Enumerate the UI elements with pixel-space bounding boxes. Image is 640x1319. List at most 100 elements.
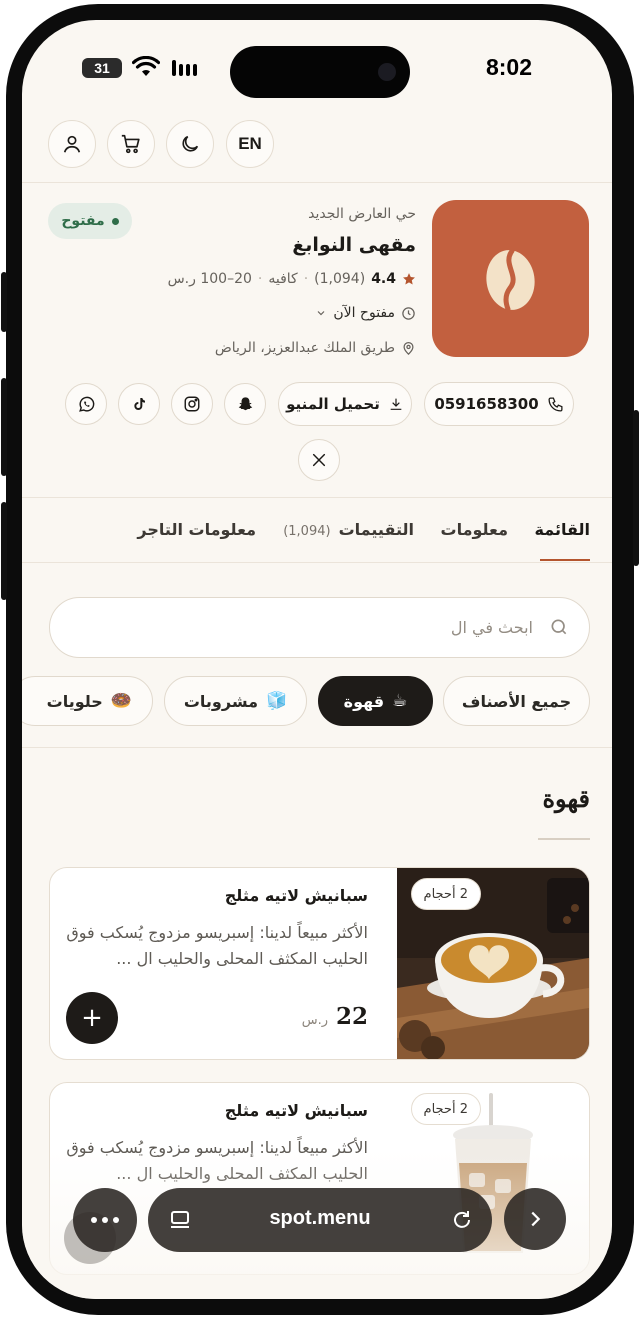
star-icon: [402, 272, 416, 286]
url-text: spot.menu: [269, 1207, 371, 1229]
status-bar: 31 8:02: [22, 20, 612, 120]
tabs-bottom-divider: [22, 562, 612, 563]
meta-separator: ·: [257, 271, 263, 287]
store-hours[interactable]: مفتوح الآن: [315, 305, 416, 321]
category-chip-all[interactable]: جميع الأصناف: [443, 676, 590, 726]
phone-button[interactable]: 0591658300: [424, 382, 574, 426]
download-menu-button[interactable]: تحميل المنيو: [278, 382, 412, 426]
tab-reviews-label: التقييمات: [338, 520, 414, 539]
clock-icon: [401, 306, 416, 321]
store-reviews-count: (1,094): [314, 271, 366, 287]
header-divider: [22, 182, 612, 183]
tab-reviews-count: (1,094): [283, 524, 331, 539]
cart-icon: [120, 133, 142, 155]
product-name: سبانيش لاتيه مثلج: [224, 1101, 368, 1120]
download-menu-label: تحميل المنيو: [286, 395, 380, 413]
product-name: سبانيش لاتيه مثلج: [224, 886, 368, 905]
category-chip-label: حلويات: [46, 691, 103, 711]
power-button: [633, 410, 639, 566]
tab-reviews[interactable]: التقييمات (1,094): [283, 520, 414, 539]
store-address[interactable]: طريق الملك عبدالعزيز، الرياض: [215, 340, 416, 356]
address-text: طريق الملك عبدالعزيز، الرياض: [214, 340, 395, 356]
signal-icon: [170, 58, 198, 78]
search-placeholder: ابحث في ال: [450, 618, 533, 637]
tiktok-icon: [131, 396, 147, 412]
snapchat-button[interactable]: [224, 383, 266, 425]
section-title: قهوة: [542, 784, 590, 813]
category-chip-label: قهوة: [343, 691, 385, 711]
category-chip-coffee[interactable]: ☕ قهوة: [318, 676, 433, 726]
store-category: كافيه: [268, 271, 298, 287]
whatsapp-button[interactable]: [65, 383, 107, 425]
coffee-bean-icon: [486, 248, 535, 312]
tabs-top-divider: [22, 497, 612, 498]
x-twitter-button[interactable]: [298, 439, 340, 481]
more-options-button[interactable]: [73, 1188, 137, 1252]
forward-button[interactable]: [504, 1188, 566, 1250]
whatsapp-icon: [77, 395, 96, 414]
search-input[interactable]: ابحث في ال: [49, 597, 590, 658]
dynamic-island: [230, 46, 410, 98]
status-dot: [111, 217, 119, 225]
action-button: [1, 272, 7, 332]
snapchat-icon: [236, 395, 255, 414]
product-price: 22 ر.س: [302, 1003, 368, 1030]
ice-cube-icon: 🧊: [266, 691, 288, 711]
reload-icon[interactable]: [450, 1208, 474, 1232]
cart-button[interactable]: [107, 120, 155, 168]
sizes-badge: 2 أحجام: [410, 1093, 481, 1125]
screen: 31 8:02 EN مفتوح حي العارض الجديد مقهى ا…: [22, 20, 612, 1299]
donut-icon: 🍩: [110, 691, 132, 711]
dot: [113, 1217, 119, 1223]
store-name: مقهى النوابغ: [292, 234, 416, 256]
x-icon: [311, 452, 327, 468]
product-image: 2 أحجام: [397, 868, 589, 1059]
instagram-button[interactable]: [171, 383, 213, 425]
browser-toolbar: spot.menu: [22, 1185, 612, 1255]
product-description: الأكثر مبيعاً لدينا: إسبريسو مزدوج يُسكب…: [66, 923, 368, 968]
category-chip-drinks[interactable]: 🧊 مشروبات: [164, 676, 307, 726]
section-underline: [538, 838, 590, 840]
moon-icon: [179, 133, 201, 155]
store-meta: 4.4 (1,094) · كافيه · 20–100 ر.س: [168, 271, 416, 287]
plus-icon: +: [81, 1003, 103, 1033]
search-icon: [549, 617, 569, 637]
user-icon: [61, 133, 83, 155]
sizes-badge: 2 أحجام: [410, 878, 481, 910]
volume-down-button: [1, 502, 7, 600]
store-district: حي العارض الجديد: [308, 206, 416, 222]
price-currency: ر.س: [301, 1013, 328, 1028]
download-icon: [388, 396, 404, 412]
tab-menu[interactable]: القائمة: [535, 520, 590, 539]
store-logo: [432, 200, 589, 357]
location-pin-icon: [401, 341, 416, 356]
category-chip-label: جميع الأصناف: [461, 691, 572, 711]
chips-divider: [22, 747, 612, 748]
wifi-icon: [132, 56, 160, 78]
chevron-down-icon: [315, 307, 327, 319]
tab-info[interactable]: معلومات: [441, 520, 509, 539]
store-price-range: 20–100 ر.س: [167, 271, 252, 287]
status-time: 8:02: [485, 54, 532, 80]
battery-indicator: 31: [82, 58, 122, 78]
meta-separator: ·: [303, 271, 309, 287]
category-chip-desserts[interactable]: 🍩 حلويات: [22, 676, 153, 726]
phone-icon: [547, 396, 564, 413]
instagram-icon: [183, 395, 201, 413]
product-card[interactable]: 2 أحجام سبانيش لاتيه مثلج الأكثر مبيعاً …: [49, 867, 590, 1060]
status-badge-label: مفتوح: [61, 213, 105, 229]
account-button[interactable]: [48, 120, 96, 168]
price-amount: 22: [335, 1003, 368, 1030]
tab-merchant-info[interactable]: معلومات التاجر: [137, 520, 256, 539]
tiktok-button[interactable]: [118, 383, 160, 425]
active-tab-indicator: [540, 559, 590, 561]
add-to-cart-button[interactable]: +: [66, 992, 118, 1044]
category-chip-label: مشروبات: [183, 691, 259, 711]
store-rating: 4.4: [371, 271, 396, 287]
address-bar[interactable]: spot.menu: [148, 1188, 492, 1252]
hours-status: مفتوح الآن: [333, 305, 395, 321]
dark-mode-button[interactable]: [166, 120, 214, 168]
dot: [91, 1217, 97, 1223]
phone-number: 0591658300: [434, 395, 539, 413]
language-button[interactable]: EN: [226, 120, 274, 168]
